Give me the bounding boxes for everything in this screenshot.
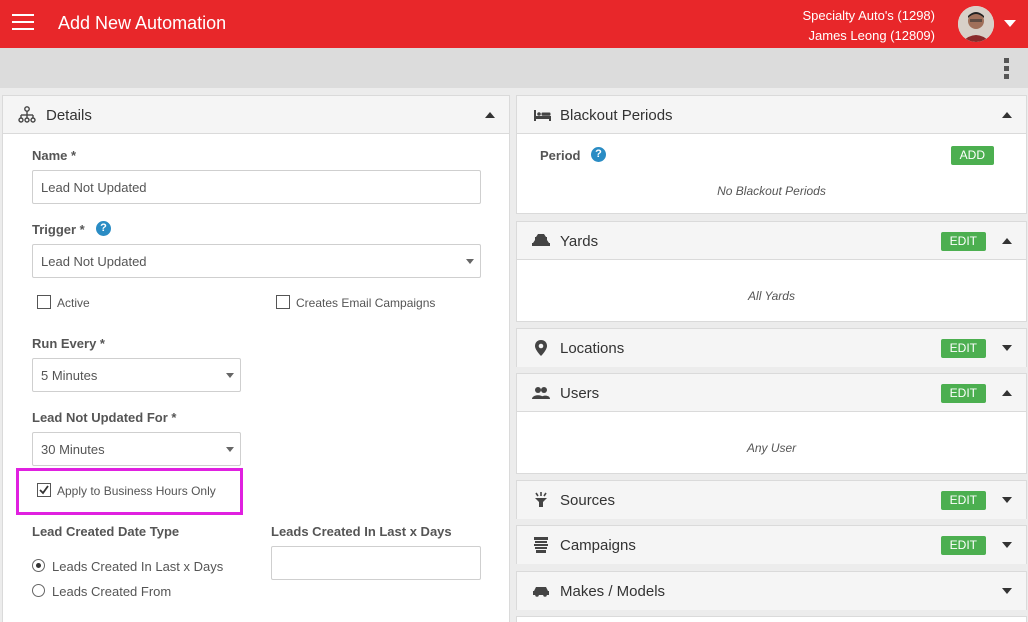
help-icon[interactable]: ? — [591, 147, 606, 162]
business-hours-label: Apply to Business Hours Only — [57, 484, 216, 498]
users-title: Users — [560, 385, 600, 402]
radio-last-days[interactable] — [32, 559, 45, 572]
expand-icon[interactable] — [1002, 345, 1012, 351]
cars-icon — [532, 234, 550, 246]
expand-icon[interactable] — [1002, 497, 1012, 503]
active-label: Active — [57, 296, 90, 310]
collapse-icon[interactable] — [1002, 390, 1012, 396]
sources-title: Sources — [560, 492, 616, 509]
sources-header[interactable]: Sources EDIT — [517, 481, 1026, 519]
not-updated-label: Lead Not Updated For * — [32, 410, 177, 425]
panel-edge — [516, 616, 1027, 622]
name-label: Name * — [32, 148, 77, 163]
edit-users-button[interactable]: EDIT — [940, 384, 986, 403]
edit-locations-button[interactable]: EDIT — [940, 339, 986, 358]
radio-created-from[interactable] — [32, 584, 45, 597]
not-updated-value: 30 Minutes — [41, 442, 105, 457]
email-campaigns-label: Creates Email Campaigns — [296, 296, 436, 310]
car-icon — [533, 587, 549, 597]
sources-panel: Sources EDIT — [516, 480, 1027, 519]
account-dropdown-icon[interactable] — [1004, 20, 1016, 27]
details-header[interactable]: Details — [3, 96, 509, 134]
edit-yards-button[interactable]: EDIT — [940, 232, 986, 251]
active-checkbox[interactable] — [37, 295, 51, 309]
map-pin-icon — [535, 340, 547, 356]
bed-icon — [534, 110, 551, 121]
email-campaigns-checkbox[interactable] — [276, 295, 290, 309]
chevron-down-icon — [226, 447, 234, 452]
created-type-label: Lead Created Date Type — [32, 524, 180, 539]
campaigns-header[interactable]: Campaigns EDIT — [517, 526, 1026, 564]
collapse-icon[interactable] — [485, 112, 495, 118]
user-name: James Leong (12809) — [808, 28, 935, 43]
blackout-title: Blackout Periods — [560, 107, 673, 124]
yards-panel: Yards EDIT All Yards — [516, 221, 1027, 322]
users-icon — [532, 387, 550, 399]
yards-empty-text: All Yards — [748, 289, 795, 303]
radio-last-days-label: Leads Created In Last x Days — [52, 559, 224, 574]
edit-campaigns-button[interactable]: EDIT — [940, 536, 986, 555]
expand-icon[interactable] — [1002, 588, 1012, 594]
makes-header[interactable]: Makes / Models — [517, 572, 1026, 610]
trigger-select-value: Lead Not Updated — [41, 254, 147, 269]
last-days-input[interactable] — [271, 546, 481, 580]
avatar[interactable] — [958, 6, 994, 42]
not-updated-select[interactable]: 30 Minutes — [32, 432, 241, 466]
business-hours-checkbox[interactable] — [37, 483, 51, 497]
trigger-select[interactable]: Lead Not Updated — [32, 244, 481, 278]
name-input[interactable]: Lead Not Updated — [32, 170, 481, 204]
account-info[interactable]: Specialty Auto's (1298) James Leong (128… — [802, 6, 935, 46]
top-bar: Add New Automation Specialty Auto's (129… — [0, 0, 1028, 48]
yards-title: Yards — [560, 233, 599, 250]
chevron-down-icon — [466, 259, 474, 264]
users-header[interactable]: Users EDIT — [517, 374, 1026, 412]
run-every-value: 5 Minutes — [41, 368, 98, 383]
menu-icon[interactable] — [12, 14, 34, 32]
dealer-name: Specialty Auto's (1298) — [802, 8, 935, 23]
radio-selected-dot — [36, 563, 41, 568]
campaigns-title: Campaigns — [560, 537, 636, 554]
makes-title: Makes / Models — [560, 583, 666, 600]
yards-header[interactable]: Yards EDIT — [517, 222, 1026, 260]
radio-created-from-label: Leads Created From — [52, 584, 172, 599]
add-blackout-button[interactable]: ADD — [950, 146, 994, 165]
blackout-header[interactable]: Blackout Periods — [517, 96, 1026, 134]
chevron-down-icon — [226, 373, 234, 378]
locations-header[interactable]: Locations EDIT — [517, 329, 1026, 367]
users-panel: Users EDIT Any User — [516, 373, 1027, 474]
last-days-label: Leads Created In Last x Days — [271, 524, 452, 539]
collapse-icon[interactable] — [1002, 112, 1012, 118]
run-every-select[interactable]: 5 Minutes — [32, 358, 241, 392]
check-icon — [39, 485, 49, 495]
run-every-label: Run Every * — [32, 336, 105, 351]
help-icon[interactable]: ? — [96, 221, 111, 236]
page-title: Add New Automation — [58, 13, 227, 33]
more-options-icon[interactable] — [1004, 58, 1010, 80]
edit-sources-button[interactable]: EDIT — [940, 491, 986, 510]
users-empty-text: Any User — [746, 441, 797, 455]
toolbar — [0, 48, 1028, 88]
trigger-label: Trigger * — [32, 222, 85, 237]
locations-title: Locations — [560, 340, 625, 357]
blackout-panel: Blackout Periods Period ? ADD No Blackou… — [516, 95, 1027, 214]
funnel-icon — [535, 492, 547, 507]
hierarchy-icon — [18, 106, 36, 123]
layers-icon — [534, 537, 548, 553]
blackout-empty-text: No Blackout Periods — [717, 184, 826, 198]
makes-panel: Makes / Models — [516, 571, 1027, 610]
details-title: Details — [46, 107, 92, 124]
locations-panel: Locations EDIT — [516, 328, 1027, 367]
collapse-icon[interactable] — [1002, 238, 1012, 244]
period-label: Period — [540, 148, 581, 163]
expand-icon[interactable] — [1002, 542, 1012, 548]
campaigns-panel: Campaigns EDIT — [516, 525, 1027, 564]
